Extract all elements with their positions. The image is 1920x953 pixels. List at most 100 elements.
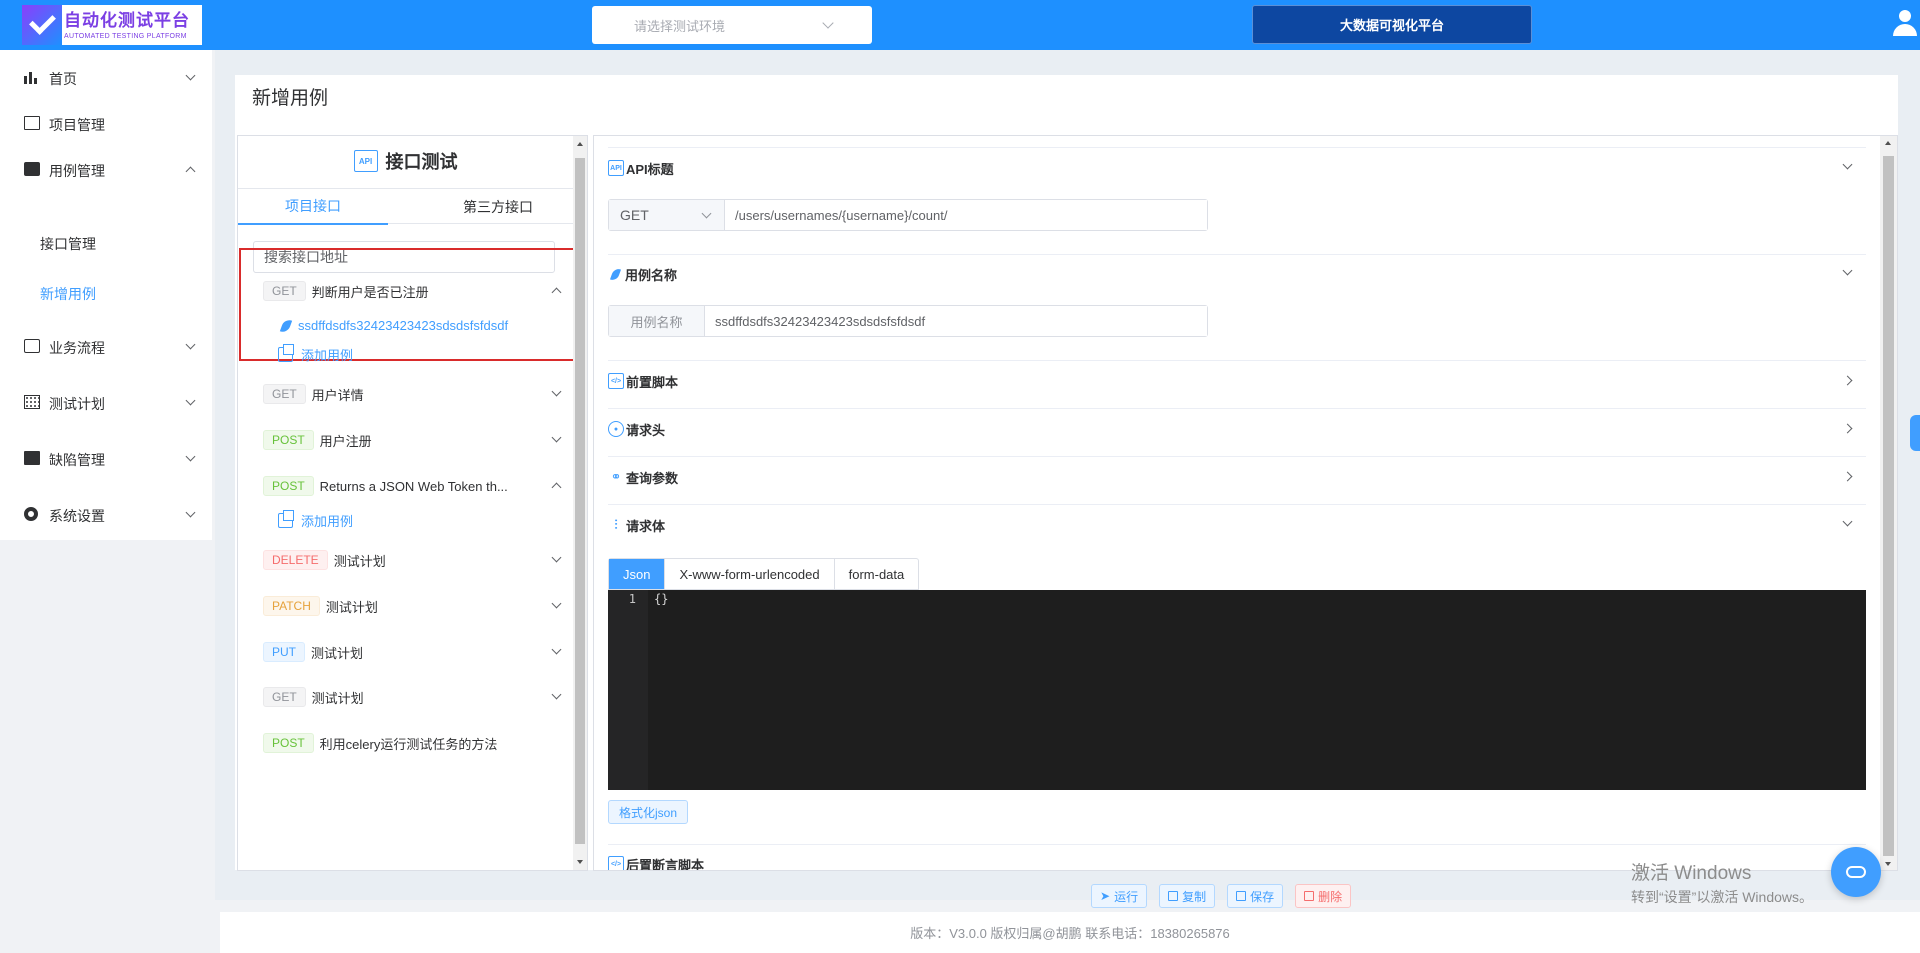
method-badge: GET xyxy=(263,687,306,707)
main-card: 新增用例 API 接口测试 项目接口 第三方接口 GET 判断用户是否已注册 s… xyxy=(235,75,1898,871)
left-panel-scrollbar[interactable] xyxy=(573,136,587,870)
api-item[interactable]: PUT 测试计划 xyxy=(263,641,562,663)
tab-json[interactable]: Json xyxy=(609,559,666,589)
json-code-editor[interactable]: 1 {} xyxy=(608,590,1866,790)
sidebar: 首页 项目管理 用例管理 接口管理 新增用例 业务流程 测试计划 缺陷管理 系统… xyxy=(0,50,212,540)
section-label: 查询参数 xyxy=(626,470,679,486)
chevron-down-icon[interactable] xyxy=(551,689,562,700)
send-icon: ➤ xyxy=(1100,889,1111,903)
chevron-up-icon[interactable] xyxy=(551,482,562,493)
section-query-params[interactable]: ⚭ 查询参数 xyxy=(608,465,1866,489)
section-pre-script[interactable]: </> 前置脚本 xyxy=(608,369,1866,393)
sidebar-item-settings[interactable]: 系统设置 xyxy=(0,499,212,529)
case-name-input[interactable] xyxy=(705,306,1207,336)
sidebar-item-cases[interactable]: 用例管理 xyxy=(0,154,212,184)
sidebar-item-defects[interactable]: 缺陷管理 xyxy=(0,443,212,473)
chevron-down-icon[interactable] xyxy=(551,644,562,655)
sidebar-item-label: 业务流程 xyxy=(49,340,105,356)
api-item[interactable]: GET 判断用户是否已注册 xyxy=(263,280,562,302)
section-headers[interactable]: ● 请求头 xyxy=(608,417,1866,441)
chevron-down-icon xyxy=(701,208,712,218)
tab-project-apis[interactable]: 项目接口 xyxy=(238,189,388,225)
method-select[interactable]: GET xyxy=(609,200,725,230)
add-case-button[interactable]: 添加用例 xyxy=(278,510,353,530)
section-request-body[interactable]: ⫶ 请求体 xyxy=(608,513,1866,537)
add-case-label: 添加用例 xyxy=(301,348,354,363)
sidebar-subitem-new-case[interactable]: 新增用例 xyxy=(40,284,96,304)
sidebar-item-home[interactable]: 首页 xyxy=(0,62,212,92)
scroll-up-icon[interactable] xyxy=(1885,141,1891,145)
case-actions: ➤ 运行 复制 保存 删除 xyxy=(1091,884,1352,908)
api-item[interactable]: GET 用户详情 xyxy=(263,383,562,405)
scroll-down-icon[interactable] xyxy=(577,860,583,864)
copy-button[interactable]: 复制 xyxy=(1159,884,1216,908)
api-item[interactable]: POST 用户注册 xyxy=(263,429,562,451)
chevron-right-icon[interactable] xyxy=(1842,423,1853,434)
scroll-up-icon[interactable] xyxy=(577,142,583,146)
api-item[interactable]: POST 利用celery运行测试任务的方法 xyxy=(263,732,559,754)
user-avatar-icon[interactable] xyxy=(1892,10,1918,38)
tab-x-www-form-urlencoded[interactable]: X-www-form-urlencoded xyxy=(665,559,835,589)
environment-select-placeholder: 请选择测试环境 xyxy=(634,18,726,34)
chevron-down-icon[interactable] xyxy=(1842,159,1853,170)
chevron-down-icon xyxy=(185,339,196,350)
side-drawer-tab[interactable] xyxy=(1910,415,1920,451)
api-name: 判断用户是否已注册 xyxy=(311,284,429,300)
tab-form-data[interactable]: form-data xyxy=(835,559,919,589)
chevron-down-icon[interactable] xyxy=(1842,516,1853,527)
sidebar-item-projects[interactable]: 项目管理 xyxy=(0,108,212,138)
sidebar-item-label: 系统设置 xyxy=(49,508,105,524)
scroll-down-icon[interactable] xyxy=(1885,862,1891,866)
run-button[interactable]: ➤ 运行 xyxy=(1091,884,1148,908)
api-item[interactable]: GET 测试计划 xyxy=(263,686,562,708)
environment-select[interactable]: 请选择测试环境 xyxy=(592,6,872,44)
sidebar-subitem-api-management[interactable]: 接口管理 xyxy=(40,234,96,254)
sidebar-item-test-plan[interactable]: 测试计划 xyxy=(0,387,212,417)
method-badge: PATCH xyxy=(263,596,320,616)
chevron-right-icon[interactable] xyxy=(1842,375,1853,386)
scrollbar-thumb[interactable] xyxy=(575,158,585,844)
bigdata-visualization-button[interactable]: 大数据可视化平台 xyxy=(1252,5,1532,44)
method-badge: POST xyxy=(263,430,314,450)
method-badge: POST xyxy=(263,476,314,496)
sidebar-item-business-flow[interactable]: 业务流程 xyxy=(0,331,212,361)
scrollbar-thumb[interactable] xyxy=(1883,156,1894,856)
section-api-title[interactable]: API API标题 xyxy=(608,156,1866,180)
api-name: 用户详情 xyxy=(311,387,364,403)
chevron-down-icon[interactable] xyxy=(1842,265,1853,276)
leaf-icon xyxy=(279,317,293,334)
api-name: 测试计划 xyxy=(311,645,364,661)
url-input[interactable] xyxy=(725,200,1207,230)
save-button[interactable]: 保存 xyxy=(1227,884,1284,908)
section-case-name[interactable]: 用例名称 xyxy=(608,262,1866,286)
body-type-tabs: Json X-www-form-urlencoded form-data xyxy=(608,558,920,590)
logo-title: 自动化测试平台 xyxy=(64,10,190,30)
chevron-down-icon xyxy=(185,507,196,518)
cloud-icon xyxy=(1846,866,1866,878)
api-item[interactable]: PATCH 测试计划 xyxy=(263,595,562,617)
section-label: 前置脚本 xyxy=(626,374,679,390)
lock-icon: ● xyxy=(608,421,624,437)
chevron-down-icon xyxy=(822,17,834,29)
section-label: 请求体 xyxy=(626,518,666,534)
case-item[interactable]: ssdffdsdfs32423423423sdsdsfsfdsdf xyxy=(279,317,508,334)
chevron-right-icon[interactable] xyxy=(1842,471,1853,482)
tab-third-party-apis[interactable]: 第三方接口 xyxy=(423,189,573,225)
api-item[interactable]: DELETE 测试计划 xyxy=(263,549,562,571)
folder-icon xyxy=(24,116,40,130)
right-panel-scrollbar[interactable] xyxy=(1880,136,1897,870)
chevron-down-icon[interactable] xyxy=(551,552,562,563)
api-item[interactable]: POST Returns a JSON Web Token th... xyxy=(263,475,562,497)
cloud-float-button[interactable] xyxy=(1831,847,1881,897)
logo[interactable]: 自动化测试平台 AUTOMATED TESTING PLATFORM xyxy=(22,5,202,45)
chevron-down-icon xyxy=(185,395,196,406)
chevron-down-icon[interactable] xyxy=(551,598,562,609)
chevron-down-icon[interactable] xyxy=(551,386,562,397)
delete-button[interactable]: 删除 xyxy=(1295,884,1352,908)
add-case-button[interactable]: 添加用例 xyxy=(278,344,354,364)
folder-icon xyxy=(1236,891,1247,901)
leaf-icon xyxy=(609,266,622,282)
chevron-down-icon[interactable] xyxy=(551,432,562,443)
format-json-button[interactable]: 格式化json xyxy=(608,800,689,824)
sidebar-item-label: 测试计划 xyxy=(49,396,105,412)
